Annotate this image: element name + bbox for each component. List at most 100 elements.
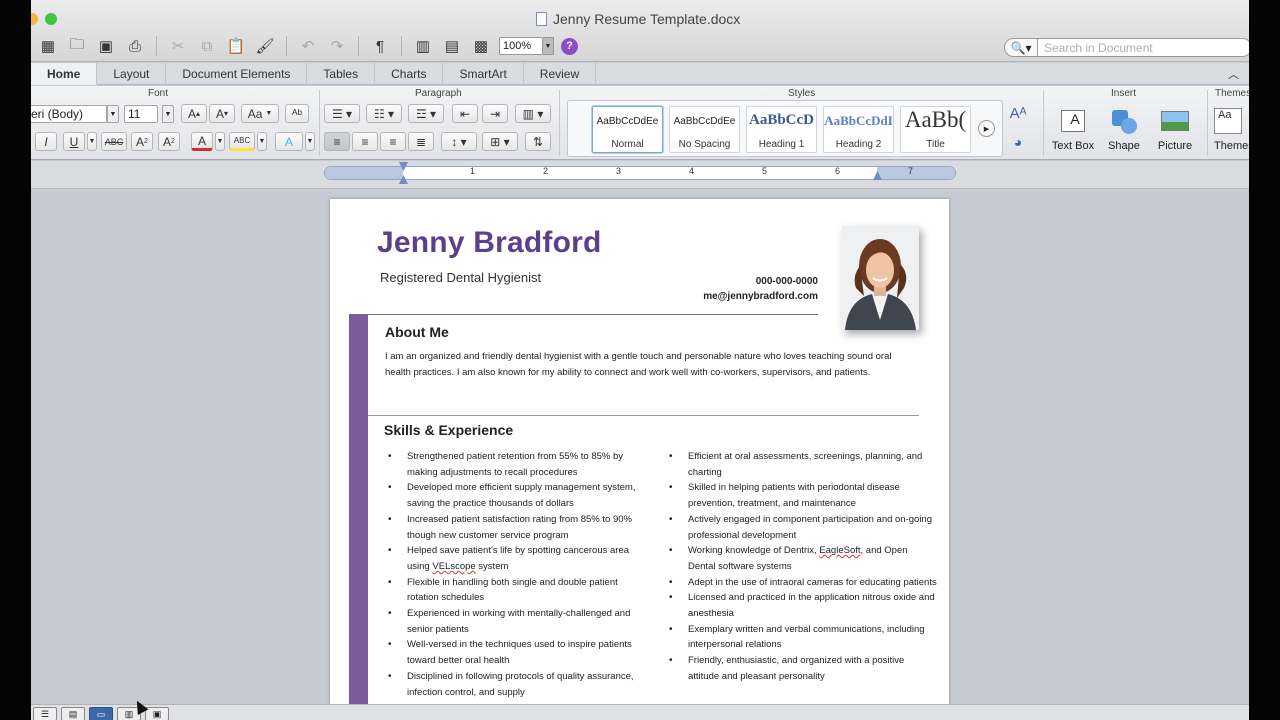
list-item[interactable]: Experienced in working with mentally-cha… [386, 606, 646, 637]
media-browser-icon[interactable]: ▩ [470, 36, 492, 56]
borders-icon[interactable]: ⊞ ▾ [482, 132, 518, 151]
list-item[interactable]: Licensed and practiced in the applicatio… [667, 590, 937, 621]
copy-icon[interactable]: ⧉ [196, 36, 218, 56]
print-layout-view-icon[interactable]: ▭ [89, 707, 113, 720]
multilevel-list-icon[interactable]: ☲ ▾ [408, 104, 444, 123]
collapse-ribbon-icon[interactable]: ︿ [1228, 66, 1239, 82]
subscript-button[interactable]: A2 [158, 132, 180, 151]
list-item[interactable]: Actively engaged in component participat… [667, 512, 937, 543]
outline-view-icon[interactable]: ▤ [61, 707, 85, 720]
grow-font-button[interactable]: A ▴ [181, 104, 207, 123]
chevron-down-icon[interactable]: ▼ [162, 105, 174, 123]
chevron-down-icon[interactable]: ▼ [87, 132, 97, 151]
style-no-spacing[interactable]: AaBbCcDdEe No Spacing [669, 106, 740, 153]
list-item[interactable]: Helped save patient's life by spotting c… [386, 543, 646, 574]
zoom-window-button[interactable] [45, 13, 57, 25]
change-case-button[interactable]: Aa ▼ [241, 104, 279, 123]
show-formatting-button[interactable]: ¶ [369, 36, 391, 56]
about-heading[interactable]: About Me [385, 324, 449, 340]
horizontal-ruler[interactable]: 1 2 3 4 5 6 7 [324, 162, 956, 184]
line-spacing-icon[interactable]: ↕ ▾ [441, 132, 477, 151]
chevron-down-icon[interactable]: ▼ [543, 37, 554, 55]
table-icon[interactable]: ▤ [441, 36, 463, 56]
italic-button[interactable]: I [35, 132, 57, 151]
font-size-field[interactable]: 11 [124, 105, 158, 123]
clear-formatting-icon[interactable]: ᴬᵇ [285, 104, 309, 123]
help-button[interactable]: ? [561, 37, 578, 55]
chevron-down-icon[interactable]: ▼ [215, 132, 225, 151]
print-icon[interactable]: ⎙ [124, 36, 146, 56]
resume-phone[interactable]: 000-000-0000 [756, 276, 818, 287]
style-heading-2[interactable]: AaBbCcDdI Heading 2 [823, 106, 894, 153]
chevron-down-icon[interactable]: ▼ [107, 105, 119, 123]
font-name-field[interactable]: eri (Body) [31, 105, 107, 123]
tab-charts[interactable]: Charts [375, 63, 444, 85]
tab-layout[interactable]: Layout [97, 63, 167, 85]
justify-icon[interactable]: ≣ [408, 132, 434, 151]
search-icon[interactable]: 🔍▾ [1004, 38, 1038, 57]
search-input[interactable] [1038, 38, 1249, 57]
skills-heading[interactable]: Skills & Experience [384, 422, 513, 438]
list-item[interactable]: Working knowledge of Dentrix, EagleSoft,… [667, 543, 937, 574]
resume-job-title[interactable]: Registered Dental Hygienist [380, 270, 541, 285]
gallery-icon[interactable]: ▦ [37, 36, 59, 56]
picture-button[interactable]: Picture [1145, 108, 1205, 152]
text-effects-icon[interactable]: A [275, 132, 303, 151]
spelling-flag[interactable]: EagleSoft [819, 545, 860, 556]
chevron-down-icon[interactable]: ▼ [257, 132, 267, 151]
numbering-icon[interactable]: ☷ ▾ [366, 104, 402, 123]
columns-icon[interactable]: ▥ ▾ [515, 104, 551, 123]
list-item[interactable]: Strengthened patient retention from 55% … [386, 449, 646, 480]
list-item[interactable]: Disciplined in following protocols of qu… [386, 669, 646, 700]
list-item[interactable]: Flexible in handling both single and dou… [386, 575, 646, 606]
paste-icon[interactable]: 📋 [225, 36, 247, 56]
align-right-icon[interactable]: ≡ [380, 132, 406, 151]
resume-email[interactable]: me@jennybradford.com [703, 291, 818, 302]
zoom-field[interactable]: 100% [499, 37, 543, 55]
open-folder-icon[interactable]: 🗀 [66, 36, 88, 56]
list-item[interactable]: Well-versed in the techniques used to in… [386, 637, 646, 668]
highlight-button[interactable]: ABC [229, 132, 255, 151]
bullets-icon[interactable]: ☰ ▾ [324, 104, 360, 123]
sort-icon[interactable]: ⇅ [525, 132, 551, 151]
tab-review[interactable]: Review [524, 63, 597, 85]
align-center-icon[interactable]: ≡ [352, 132, 378, 151]
sidebar-toggle-icon[interactable]: ▥ [412, 36, 434, 56]
manage-styles-icon[interactable]: Aᴬ [1005, 104, 1031, 123]
profile-photo[interactable] [842, 226, 919, 330]
style-normal[interactable]: AaBbCcDdEe Normal [592, 106, 663, 153]
list-item[interactable]: Friendly, enthusiastic, and organized wi… [667, 653, 937, 684]
list-item[interactable]: Skilled in helping patients with periodo… [667, 480, 937, 511]
underline-button[interactable]: U [63, 132, 85, 151]
tab-home[interactable]: Home [31, 63, 98, 85]
list-item[interactable]: Efficient at oral assessments, screening… [667, 449, 937, 480]
format-painter-icon[interactable]: 🖌 [254, 36, 276, 56]
minimize-button[interactable] [31, 13, 38, 25]
decrease-indent-icon[interactable]: ⇤ [452, 104, 478, 123]
resume-name[interactable]: Jenny Bradford [377, 226, 602, 260]
tab-tables[interactable]: Tables [307, 63, 376, 85]
themes-button[interactable]: Aa Themes [1203, 108, 1249, 152]
chevron-down-icon[interactable]: ▼ [305, 132, 315, 151]
list-item[interactable]: Developed more efficient supply manageme… [386, 480, 646, 511]
increase-indent-icon[interactable]: ⇥ [482, 104, 508, 123]
redo-icon[interactable]: ↷ [326, 36, 348, 56]
undo-icon[interactable]: ↶ [297, 36, 319, 56]
list-item[interactable]: Adept in the use of intraoral cameras fo… [667, 575, 937, 591]
document-page[interactable]: Jenny Bradford Registered Dental Hygieni… [330, 199, 949, 704]
spelling-flag[interactable]: VELscope [432, 561, 475, 572]
strikethrough-button[interactable]: ABC [101, 132, 127, 151]
save-icon[interactable]: ▣ [95, 36, 117, 56]
shrink-font-button[interactable]: A ▾ [209, 104, 235, 123]
style-heading-1[interactable]: AaBbCcD Heading 1 [746, 106, 817, 153]
about-text[interactable]: I am an organized and friendly dental hy… [385, 349, 895, 380]
style-pane-icon[interactable]: ◕ [1005, 132, 1031, 151]
cut-icon[interactable]: ✂ [167, 36, 189, 56]
superscript-button[interactable]: A2 [131, 132, 153, 151]
chevron-right-icon[interactable]: ▶ [978, 120, 995, 137]
tab-smartart[interactable]: SmartArt [443, 63, 524, 85]
font-color-icon[interactable]: A [191, 132, 213, 151]
list-item[interactable]: Exemplary written and verbal communicati… [667, 622, 937, 653]
align-left-icon[interactable]: ≡ [324, 132, 350, 151]
tab-document-elements[interactable]: Document Elements [166, 63, 308, 85]
